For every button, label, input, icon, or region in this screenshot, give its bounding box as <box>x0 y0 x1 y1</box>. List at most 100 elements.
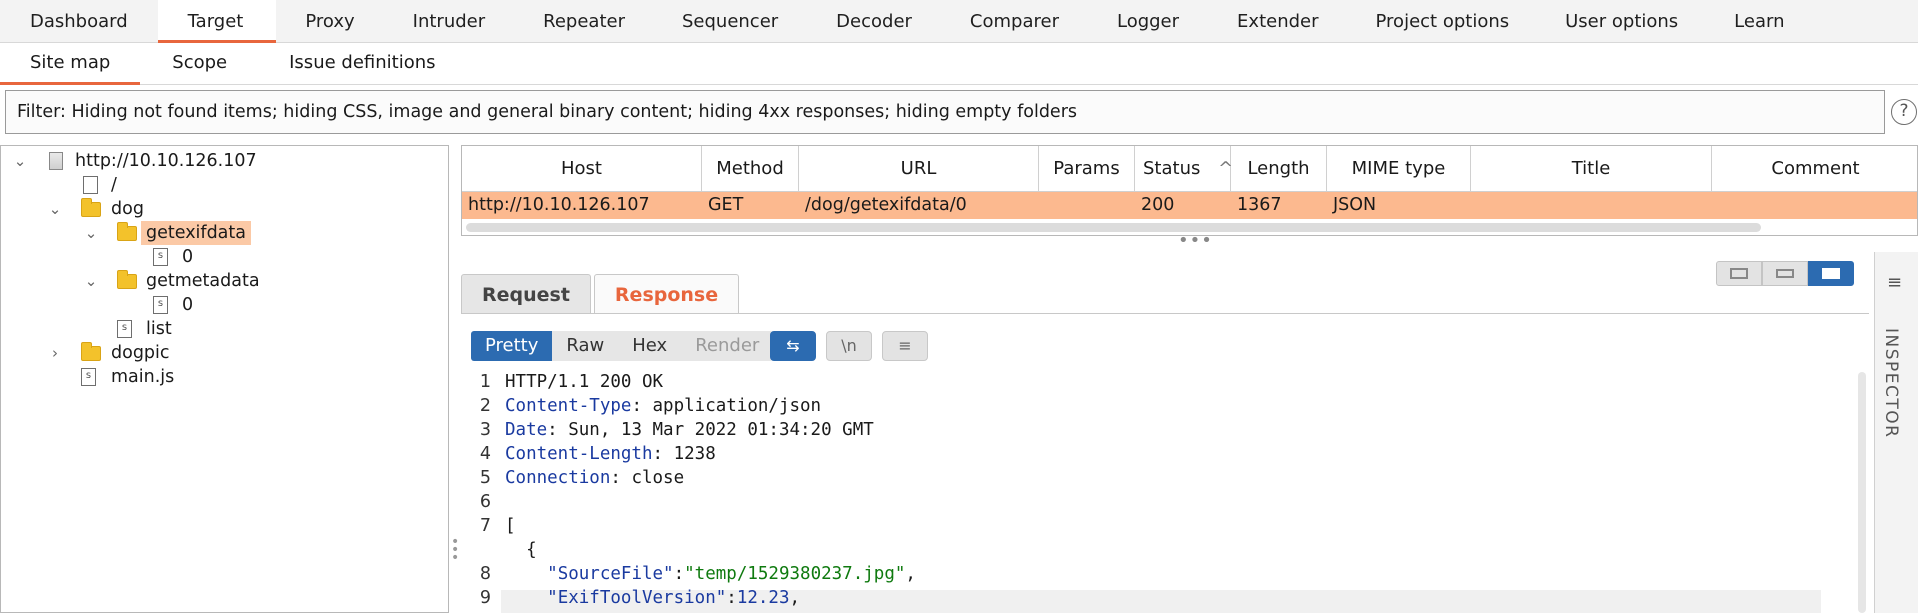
chevron-down-icon[interactable]: ⌄ <box>80 221 102 245</box>
tab-dashboard[interactable]: Dashboard <box>0 0 158 43</box>
tab-response[interactable]: Response <box>593 274 740 314</box>
json-key: "ExifToolVersion" <box>547 588 727 608</box>
code-line: Content-Type: application/json <box>505 396 822 416</box>
tab-decoder[interactable]: Decoder <box>807 0 941 43</box>
folder-icon <box>117 222 137 241</box>
code-line: Connection: close <box>505 468 685 488</box>
tree-label-host: http://10.10.126.107 <box>75 151 257 171</box>
tree-label-root: / <box>111 175 117 195</box>
tab-extender[interactable]: Extender <box>1208 0 1347 43</box>
chevron-down-icon[interactable]: ⌄ <box>9 149 31 173</box>
status-header-label: Status <box>1143 158 1201 179</box>
script-file-icon: s <box>117 320 132 338</box>
line-number: 1 <box>479 372 491 392</box>
code-line: "ExifToolVersion":12.23, <box>547 588 801 608</box>
tab-sequencer[interactable]: Sequencer <box>653 0 807 43</box>
folder-icon <box>117 270 137 289</box>
filter-bar[interactable]: Filter: Hiding not found items; hiding C… <box>5 90 1885 134</box>
rows-icon <box>1776 269 1794 278</box>
tree-label-mainjs: main.js <box>111 367 175 387</box>
tab-intruder[interactable]: Intruder <box>384 0 515 43</box>
layout-toggle-group <box>1716 261 1854 286</box>
script-file-icon: s <box>153 248 168 266</box>
tab-issue-definitions[interactable]: Issue definitions <box>259 43 465 85</box>
code-line: Date: Sun, 13 Mar 2022 01:34:20 GMT <box>505 420 874 440</box>
header-value: close <box>631 468 685 488</box>
tab-repeater[interactable]: Repeater <box>515 0 653 43</box>
table-horizontal-scrollbar[interactable] <box>466 223 1761 232</box>
column-header-method[interactable]: Method <box>702 146 799 192</box>
column-header-status[interactable]: Status ^ <box>1135 146 1233 192</box>
cell-host: http://10.10.126.107 <box>468 195 650 215</box>
line-number: 6 <box>479 492 491 512</box>
column-header-params[interactable]: Params <box>1039 146 1135 192</box>
layout-tabs-button[interactable] <box>1808 261 1854 286</box>
cell-method: GET <box>708 195 744 215</box>
editor-vertical-scrollbar[interactable] <box>1858 372 1866 613</box>
table-row[interactable]: http://10.10.126.107 GET /dog/getexifdat… <box>462 192 1917 219</box>
folder-icon <box>81 198 101 217</box>
header-value: 1238 <box>673 444 716 464</box>
inspector-list-icon[interactable]: ≡ <box>1887 272 1907 293</box>
tree-label-getmetadata: getmetadata <box>146 271 260 291</box>
cell-url: /dog/getexifdata/0 <box>805 195 967 215</box>
format-hex-button[interactable]: Hex <box>618 331 682 361</box>
host-icon <box>49 152 63 170</box>
column-header-mime-type[interactable]: MIME type <box>1327 146 1471 192</box>
format-raw-button[interactable]: Raw <box>552 331 619 361</box>
column-header-host[interactable]: Host <box>462 146 702 192</box>
layout-stacked-button[interactable] <box>1762 261 1808 286</box>
response-editor[interactable]: 1 HTTP/1.1 200 OK 2 Content-Type: applic… <box>471 372 1851 613</box>
show-newlines-icon[interactable]: \n <box>826 331 872 361</box>
inspector-label: INSPECTOR <box>1881 328 1901 439</box>
site-map-tree: ⌄ http://10.10.126.107 / ⌄ dog ⌄ getexif… <box>0 145 449 613</box>
format-tabs: Pretty Raw Hex Render <box>471 331 774 361</box>
tab-user-options[interactable]: User options <box>1537 0 1706 43</box>
folder-icon <box>81 342 101 361</box>
header-name: Content-Type <box>505 396 632 416</box>
layout-side-by-side-button[interactable] <box>1716 261 1762 286</box>
json-string-value: "temp/1529380237.jpg" <box>684 564 906 584</box>
tab-comparer[interactable]: Comparer <box>941 0 1088 43</box>
tab-project-options[interactable]: Project options <box>1348 0 1538 43</box>
editor-menu-icon[interactable]: ≡ <box>882 331 928 361</box>
cell-length: 1367 <box>1237 195 1282 215</box>
tab-target[interactable]: Target <box>157 0 277 43</box>
line-number: 7 <box>479 516 491 536</box>
tab-request[interactable]: Request <box>461 274 591 314</box>
json-number-value: 12.23 <box>736 588 790 608</box>
column-header-length[interactable]: Length <box>1231 146 1327 192</box>
word-wrap-icon[interactable]: ⇆ <box>770 331 816 361</box>
tab-proxy[interactable]: Proxy <box>276 0 383 43</box>
cell-status: 200 <box>1141 195 1175 215</box>
line-number: 3 <box>479 420 491 440</box>
page-icon <box>83 176 98 194</box>
tree-label-getexifdata-0: 0 <box>182 247 194 267</box>
vertical-splitter-handle[interactable]: • • • <box>451 535 459 565</box>
column-header-title[interactable]: Title <box>1471 146 1712 192</box>
tab-logger[interactable]: Logger <box>1088 0 1208 43</box>
cell-mime-type: JSON <box>1333 195 1377 215</box>
format-pretty-button[interactable]: Pretty <box>471 331 553 361</box>
code-line: "SourceFile":"temp/1529380237.jpg", <box>547 564 916 584</box>
tree-label-list: list <box>146 319 172 339</box>
column-header-comment[interactable]: Comment <box>1712 146 1917 192</box>
single-pane-icon <box>1822 268 1840 279</box>
tab-site-map[interactable]: Site map <box>0 43 141 85</box>
script-file-icon: s <box>153 296 168 314</box>
format-render-button[interactable]: Render <box>681 331 774 361</box>
help-icon[interactable]: ? <box>1891 99 1917 125</box>
line-number: 2 <box>479 396 491 416</box>
chevron-down-icon[interactable]: ⌄ <box>80 269 102 293</box>
sub-tab-bar: Site map Scope Issue definitions <box>0 43 1918 85</box>
pane-splitter-handle[interactable]: ••• <box>1178 232 1213 250</box>
inspector-panel[interactable]: ≡ INSPECTOR <box>1874 252 1918 613</box>
tab-learn[interactable]: Learn <box>1706 0 1812 43</box>
chevron-right-icon[interactable]: › <box>44 341 66 365</box>
chevron-down-icon[interactable]: ⌄ <box>44 197 66 221</box>
code-line: [ <box>505 516 516 536</box>
header-name: Content-Length <box>505 444 653 464</box>
column-header-url[interactable]: URL <box>799 146 1039 192</box>
header-name: Connection <box>505 468 611 488</box>
tab-scope[interactable]: Scope <box>140 43 259 85</box>
